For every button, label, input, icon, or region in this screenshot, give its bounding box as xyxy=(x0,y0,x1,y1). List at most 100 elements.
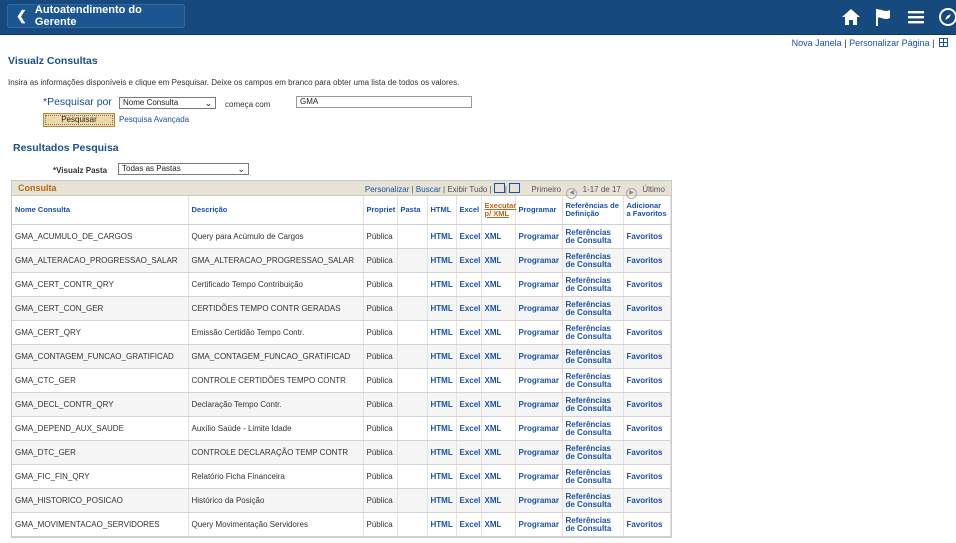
favorites-link[interactable]: Favoritos xyxy=(623,488,671,513)
xml-link[interactable]: XML xyxy=(481,488,516,513)
xml-link[interactable]: XML xyxy=(481,248,516,273)
xml-link[interactable]: XML xyxy=(481,272,516,297)
search-input[interactable]: GMA xyxy=(296,96,472,108)
xml-link[interactable]: XML xyxy=(481,392,516,417)
last-link[interactable]: Último xyxy=(642,185,665,194)
excel-link[interactable]: Excel xyxy=(456,272,482,297)
favorites-link[interactable]: Favoritos xyxy=(623,416,671,441)
col-desc[interactable]: Descrição xyxy=(188,196,364,225)
schedule-link[interactable]: Programar xyxy=(515,224,563,249)
next-icon[interactable]: ▶ xyxy=(626,188,638,199)
references-link[interactable]: Referências de Consulta xyxy=(562,392,624,417)
references-link[interactable]: Referências de Consulta xyxy=(562,416,624,441)
excel-link[interactable]: Excel xyxy=(456,488,482,513)
excel-link[interactable]: Excel xyxy=(456,296,482,321)
favorites-link[interactable]: Favoritos xyxy=(623,224,671,249)
html-link[interactable]: HTML xyxy=(427,224,457,249)
search-button[interactable]: Pesquisar xyxy=(43,113,115,127)
schedule-link[interactable]: Programar xyxy=(515,416,563,441)
xml-link[interactable]: XML xyxy=(481,368,516,393)
schedule-link[interactable]: Programar xyxy=(515,440,563,465)
favorites-link[interactable]: Favoritos xyxy=(623,320,671,345)
excel-link[interactable]: Excel xyxy=(456,248,482,273)
html-link[interactable]: HTML xyxy=(427,440,457,465)
schedule-link[interactable]: Programar xyxy=(515,296,563,321)
references-link[interactable]: Referências de Consulta xyxy=(562,296,624,321)
references-link[interactable]: Referências de Consulta xyxy=(562,248,624,273)
xml-link[interactable]: XML xyxy=(481,464,516,489)
first-link[interactable]: Primeiro xyxy=(531,185,561,194)
new-window-link[interactable]: Nova Janela xyxy=(792,38,842,48)
menu-icon[interactable] xyxy=(906,7,926,27)
download-icon[interactable] xyxy=(509,183,521,193)
excel-link[interactable]: Excel xyxy=(456,512,482,537)
favorites-link[interactable]: Favoritos xyxy=(623,464,671,489)
favorites-link[interactable]: Favoritos xyxy=(623,296,671,321)
schedule-link[interactable]: Programar xyxy=(515,464,563,489)
xml-link[interactable]: XML xyxy=(481,224,516,249)
schedule-link[interactable]: Programar xyxy=(515,392,563,417)
view-all-link[interactable]: Exibir Tudo xyxy=(447,185,487,194)
schedule-link[interactable]: Programar xyxy=(515,272,563,297)
references-link[interactable]: Referências de Consulta xyxy=(562,368,624,393)
excel-link[interactable]: Excel xyxy=(456,224,482,249)
references-link[interactable]: Referências de Consulta xyxy=(562,440,624,465)
html-link[interactable]: HTML xyxy=(427,272,457,297)
xml-link[interactable]: XML xyxy=(481,320,516,345)
personalize-grid-link[interactable]: Personalizar xyxy=(365,185,409,194)
references-link[interactable]: Referências de Consulta xyxy=(562,512,624,537)
html-link[interactable]: HTML xyxy=(427,512,457,537)
html-link[interactable]: HTML xyxy=(427,344,457,369)
favorites-link[interactable]: Favoritos xyxy=(623,392,671,417)
references-link[interactable]: Referências de Consulta xyxy=(562,224,624,249)
references-link[interactable]: Referências de Consulta xyxy=(562,272,624,297)
favorites-link[interactable]: Favoritos xyxy=(623,248,671,273)
excel-link[interactable]: Excel xyxy=(456,464,482,489)
xml-link[interactable]: XML xyxy=(481,512,516,537)
html-link[interactable]: HTML xyxy=(427,464,457,489)
schedule-link[interactable]: Programar xyxy=(515,368,563,393)
excel-link[interactable]: Excel xyxy=(456,320,482,345)
col-owner[interactable]: Propriet xyxy=(363,196,398,225)
favorites-link[interactable]: Favoritos xyxy=(623,440,671,465)
personalize-page-link[interactable]: Personalizar Página xyxy=(849,38,930,48)
excel-link[interactable]: Excel xyxy=(456,416,482,441)
favorites-link[interactable]: Favoritos xyxy=(623,344,671,369)
grid-icon[interactable] xyxy=(939,38,948,47)
favorites-link[interactable]: Favoritos xyxy=(623,368,671,393)
references-link[interactable]: Referências de Consulta xyxy=(562,464,624,489)
xml-link[interactable]: XML xyxy=(481,440,516,465)
home-icon[interactable] xyxy=(841,7,861,27)
xml-link[interactable]: XML xyxy=(481,416,516,441)
html-link[interactable]: HTML xyxy=(427,296,457,321)
references-link[interactable]: Referências de Consulta xyxy=(562,320,624,345)
schedule-link[interactable]: Programar xyxy=(515,248,563,273)
html-link[interactable]: HTML xyxy=(427,320,457,345)
schedule-link[interactable]: Programar xyxy=(515,320,563,345)
references-link[interactable]: Referências de Consulta xyxy=(562,488,624,513)
previous-icon[interactable]: ◀ xyxy=(566,188,578,199)
excel-link[interactable]: Excel xyxy=(456,344,482,369)
col-name[interactable]: Nome Consulta xyxy=(12,196,189,225)
xml-link[interactable]: XML xyxy=(481,344,516,369)
search-by-select[interactable]: Nome Consulta ⌄ xyxy=(119,97,216,109)
schedule-link[interactable]: Programar xyxy=(515,512,563,537)
html-link[interactable]: HTML xyxy=(427,392,457,417)
navbar-icon[interactable] xyxy=(938,7,956,27)
schedule-link[interactable]: Programar xyxy=(515,344,563,369)
find-link[interactable]: Buscar xyxy=(416,185,441,194)
excel-link[interactable]: Excel xyxy=(456,368,482,393)
schedule-link[interactable]: Programar xyxy=(515,488,563,513)
favorites-link[interactable]: Favoritos xyxy=(623,512,671,537)
back-button[interactable]: ❮ Autoatendimento do Gerente xyxy=(7,4,185,28)
html-link[interactable]: HTML xyxy=(427,248,457,273)
advanced-search-link[interactable]: Pesquisa Avançada xyxy=(119,115,189,124)
flag-icon[interactable] xyxy=(873,7,893,27)
zoom-icon[interactable] xyxy=(493,183,505,193)
excel-link[interactable]: Excel xyxy=(456,440,482,465)
html-link[interactable]: HTML xyxy=(427,368,457,393)
html-link[interactable]: HTML xyxy=(427,416,457,441)
favorites-link[interactable]: Favoritos xyxy=(623,272,671,297)
xml-link[interactable]: XML xyxy=(481,296,516,321)
html-link[interactable]: HTML xyxy=(427,488,457,513)
